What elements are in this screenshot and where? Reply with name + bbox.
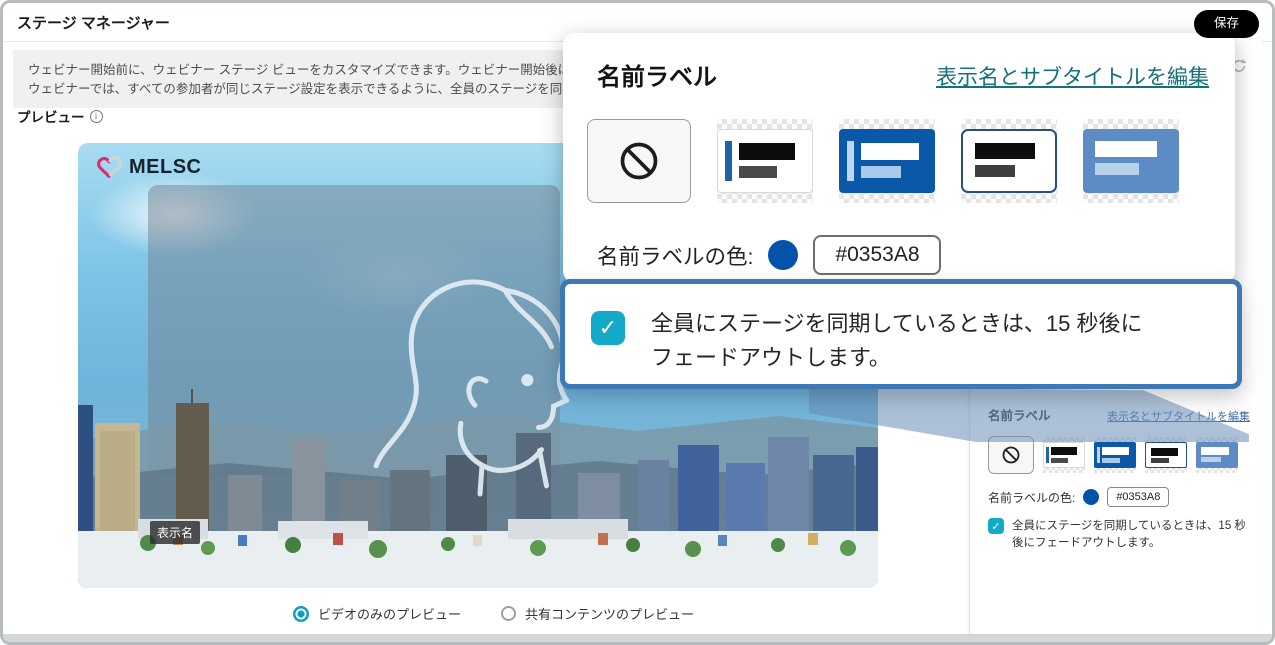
radio-video-only[interactable]: ビデオのみのプレビュー	[293, 604, 461, 623]
save-button[interactable]: 保存	[1194, 10, 1259, 38]
label-style-options	[988, 436, 1250, 474]
page-title: ステージ マネージャー	[17, 12, 170, 33]
label-style-blue-plain[interactable]	[1196, 437, 1238, 473]
callout-color-hex-input[interactable]	[813, 235, 941, 275]
radio-unselected-icon[interactable]	[501, 606, 516, 621]
callout-edit-display-name-link[interactable]: 表示名とサブタイトルを編集	[936, 61, 1209, 91]
color-swatch[interactable]	[1083, 489, 1099, 505]
callout-label-style-options	[587, 119, 1179, 203]
logo-text: MELSC	[129, 156, 202, 179]
info-icon[interactable]: i	[90, 110, 103, 123]
label-style-light-with-bar[interactable]	[1043, 437, 1085, 473]
preview-section-label: プレビュー i	[17, 106, 103, 126]
label-style-none[interactable]	[587, 119, 691, 203]
label-style-blue-with-bar[interactable]	[1094, 437, 1136, 473]
check-icon: ✓	[599, 315, 617, 341]
name-label-callout: 名前ラベル 表示名とサブタイトルを編集 名前ラベルの色:	[563, 33, 1235, 283]
label-style-blue-with-bar[interactable]	[839, 119, 935, 203]
preview-label-text: プレビュー	[17, 106, 85, 126]
label-style-none[interactable]	[988, 436, 1034, 474]
radio-shared-content-label: 共有コンテンツのプレビュー	[525, 604, 694, 623]
heart-logo-icon	[96, 154, 123, 180]
callout-color-swatch[interactable]	[768, 240, 798, 270]
name-label-section: 名前ラベル 表示名とサブタイトルを編集	[988, 405, 1250, 551]
sync-fade-checkbox[interactable]: ✓	[988, 518, 1004, 534]
brand-logo: MELSC	[96, 154, 202, 180]
bottom-border-strip	[3, 634, 1272, 642]
label-style-light-plain[interactable]	[1145, 437, 1187, 473]
label-style-light-plain[interactable]	[961, 119, 1057, 203]
prohibit-icon	[1001, 445, 1021, 465]
stage-manager-window: ステージ マネージャー 保存 ウェビナー開始前に、ウェビナー ステージ ビューを…	[0, 0, 1275, 645]
label-color-label: 名前ラベルの色:	[988, 489, 1075, 506]
callout-title: 名前ラベル	[597, 57, 717, 92]
radio-selected-icon[interactable]	[293, 606, 309, 622]
display-name-tag: 表示名	[150, 521, 200, 544]
check-icon: ✓	[991, 520, 1000, 533]
color-hex-input[interactable]	[1107, 487, 1169, 507]
radio-video-only-label: ビデオのみのプレビュー	[318, 604, 461, 623]
sync-fade-note: 全員にステージを同期しているときは、15 秒後にフェードアウトします。	[1012, 518, 1250, 551]
prohibit-icon	[617, 139, 661, 183]
radio-shared-content[interactable]: 共有コンテンツのプレビュー	[501, 604, 694, 623]
label-style-light-with-bar[interactable]	[717, 119, 813, 203]
preview-mode-radios: ビデオのみのプレビュー 共有コンテンツのプレビュー	[293, 604, 694, 623]
sync-fade-checkbox[interactable]: ✓	[591, 311, 625, 345]
sync-fade-highlight-box: ✓ 全員にステージを同期しているときは、15 秒後にフェードアウトします。	[560, 279, 1242, 389]
edit-display-name-link[interactable]: 表示名とサブタイトルを編集	[1107, 408, 1250, 424]
sync-fade-note: 全員にステージを同期しているときは、15 秒後にフェードアウトします。	[651, 307, 1156, 375]
callout-label-color-label: 名前ラベルの色:	[597, 240, 753, 271]
label-style-blue-plain[interactable]	[1083, 119, 1179, 203]
name-label-title: 名前ラベル	[988, 405, 1051, 424]
